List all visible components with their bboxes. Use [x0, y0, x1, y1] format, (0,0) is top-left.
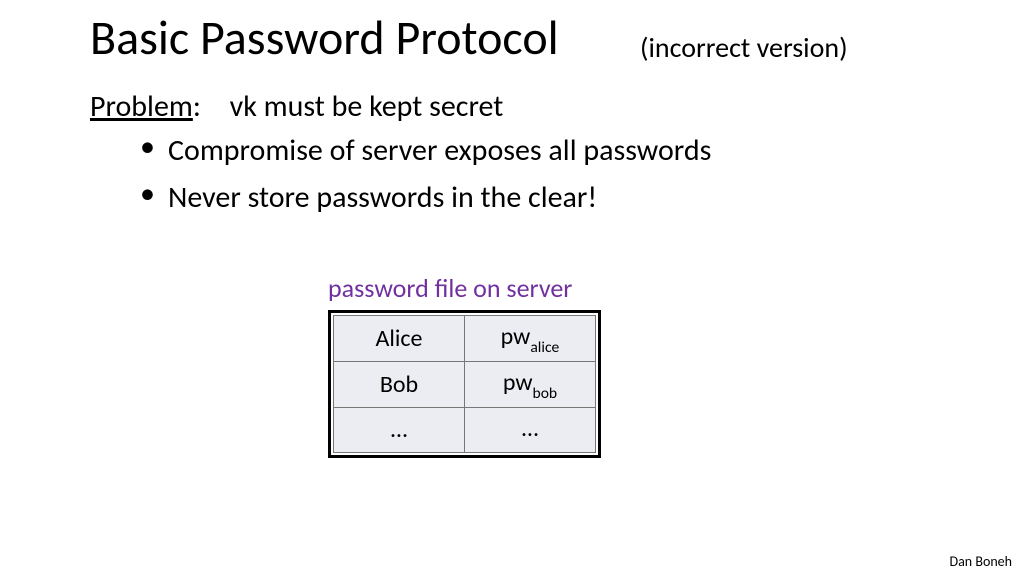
bullet-list: Compromise of server exposes all passwor…: [140, 132, 711, 226]
table-row: … …: [334, 407, 596, 453]
cell-password: …: [465, 407, 596, 453]
problem-line: Problem: vk must be kept secret: [90, 88, 503, 125]
cell-name: Alice: [334, 316, 465, 362]
bullet-item: Never store passwords in the clear!: [140, 179, 711, 216]
password-table: Alice pwalice Bob pwbob … …: [328, 310, 601, 458]
table-row: Bob pwbob: [334, 361, 596, 407]
footer-author: Dan Boneh: [949, 553, 1012, 570]
pw-prefix: pw: [503, 368, 533, 397]
slide-title: Basic Password Protocol: [90, 8, 559, 67]
pw-sub: alice: [530, 338, 559, 357]
cell-password: pwalice: [465, 316, 596, 362]
table-row: Alice pwalice: [334, 316, 596, 362]
pw-prefix: …: [522, 414, 539, 443]
problem-label: Problem: [90, 88, 193, 125]
cell-name: …: [334, 407, 465, 453]
cell-name: Bob: [334, 361, 465, 407]
problem-text: vk must be kept secret: [230, 88, 504, 125]
problem-colon: :: [193, 88, 201, 125]
bullet-item: Compromise of server exposes all passwor…: [140, 132, 711, 169]
slide-subtitle: (incorrect version): [640, 30, 848, 65]
table-caption: password file on server: [328, 272, 572, 304]
cell-password: pwbob: [465, 361, 596, 407]
pw-sub: bob: [533, 384, 558, 403]
problem-label-text: Problem: [90, 88, 193, 125]
slide: Basic Password Protocol (incorrect versi…: [0, 0, 1024, 576]
pw-prefix: pw: [501, 322, 531, 351]
